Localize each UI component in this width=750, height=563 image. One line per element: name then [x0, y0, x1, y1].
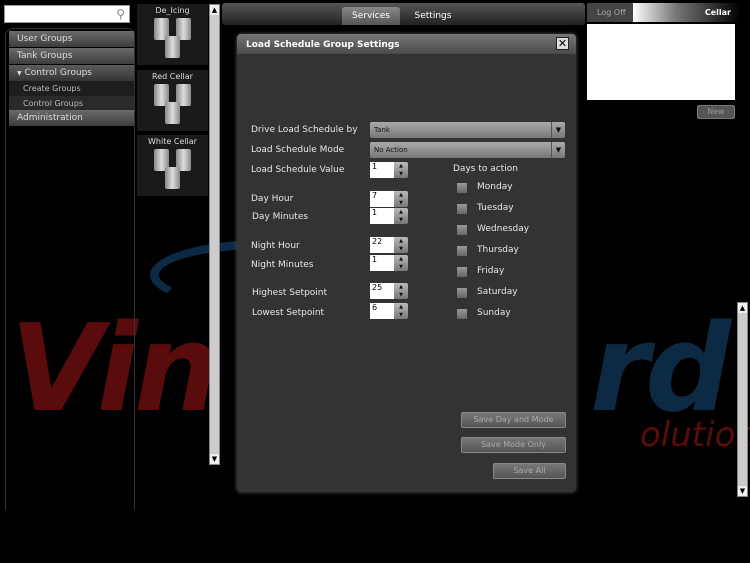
tank-icon	[153, 84, 192, 129]
stepper-arrows-icon[interactable]: ▲ ▼	[394, 162, 408, 178]
stepper-arrows-icon[interactable]: ▲ ▼	[394, 237, 408, 253]
drive-label: Drive Load Schedule by	[251, 125, 358, 135]
day-minutes-stepper[interactable]: 1 ▲ ▼	[370, 208, 408, 224]
sidebar-item-administration[interactable]: Administration	[9, 110, 134, 126]
sidebar: User Groups Tank Groups ▼ Control Groups…	[5, 28, 135, 510]
stepper-value[interactable]: 25	[370, 283, 394, 299]
day-label: Sunday	[477, 308, 511, 318]
dialog-title-text: Load Schedule Group Settings	[246, 40, 400, 50]
sidebar-item-user-groups[interactable]: User Groups	[9, 31, 134, 47]
scroll-down-icon[interactable]: ▼	[210, 454, 219, 464]
tank-name: De_Icing	[155, 6, 190, 15]
stepper-value[interactable]: 7	[370, 191, 394, 207]
stepper-value[interactable]: 22	[370, 237, 394, 253]
scroll-up-icon[interactable]: ▲	[210, 5, 219, 15]
save-mode-only-button[interactable]: Save Mode Only	[461, 437, 566, 453]
stepper-arrows-icon[interactable]: ▲ ▼	[394, 303, 408, 319]
night-minutes-stepper[interactable]: 1 ▲ ▼	[370, 255, 408, 271]
tank-tile[interactable]: Red Cellar	[137, 70, 208, 131]
tank-tile[interactable]: White Cellar	[137, 135, 208, 196]
search-input[interactable]: ⚲	[4, 5, 130, 23]
sidebar-item-tank-groups[interactable]: Tank Groups	[9, 48, 134, 64]
expand-triangle-icon: ▼	[17, 70, 22, 77]
checkbox-monday[interactable]	[457, 183, 467, 193]
checkbox-friday[interactable]	[457, 267, 467, 277]
sidebar-subitem-create-groups[interactable]: Create Groups	[9, 81, 134, 96]
drive-value: Tank	[374, 126, 390, 134]
save-all-button[interactable]: Save All	[493, 463, 566, 479]
sidebar-subitem-control-groups[interactable]: Control Groups	[9, 96, 134, 111]
tank-name: Red Cellar	[152, 72, 193, 81]
tank-icon	[153, 18, 192, 63]
field-label: Night Minutes	[251, 260, 314, 270]
load-schedule-dialog: Load Schedule Group Settings ✕ Drive Load…	[237, 34, 576, 492]
field-label: Night Hour	[251, 241, 300, 251]
stepper-arrows-icon[interactable]: ▲ ▼	[394, 255, 408, 271]
dialog-title: Load Schedule Group Settings ✕	[237, 34, 576, 54]
scroll-down-icon[interactable]: ▼	[738, 486, 747, 496]
mode-value: No Action	[374, 146, 408, 154]
day-label: Thursday	[477, 245, 519, 255]
checkbox-tuesday[interactable]	[457, 204, 467, 214]
sidebar-item-control-groups[interactable]: ▼ Control Groups	[9, 65, 134, 81]
checkbox-wednesday[interactable]	[457, 225, 467, 235]
day-label: Wednesday	[477, 224, 530, 234]
location-label: Cellar	[633, 3, 740, 22]
stepper-value[interactable]: 6	[370, 303, 394, 319]
day-label: Friday	[477, 266, 505, 276]
stepper-value[interactable]: 1	[370, 162, 394, 178]
mode-label: Load Schedule Mode	[251, 145, 345, 155]
tank-icon	[153, 149, 192, 194]
field-label: Day Minutes	[252, 212, 309, 222]
checkbox-thursday[interactable]	[457, 246, 467, 256]
tank-tile[interactable]: De_Icing	[137, 4, 208, 65]
highest-setpoint-stepper[interactable]: 25 ▲ ▼	[370, 283, 408, 299]
chevron-down-icon: ▼	[551, 122, 565, 138]
tab-settings[interactable]: Settings	[408, 7, 458, 25]
stepper-value[interactable]: 1	[370, 255, 394, 271]
sidebar-item-label: Control Groups	[24, 68, 92, 78]
tank-name: White Cellar	[148, 137, 197, 146]
day-label: Tuesday	[477, 203, 514, 213]
days-label: Days to action	[453, 164, 518, 174]
scroll-up-icon[interactable]: ▲	[738, 303, 747, 313]
new-button[interactable]: New	[697, 105, 735, 119]
day-label: Saturday	[477, 287, 518, 297]
night-hour-stepper[interactable]: 22 ▲ ▼	[370, 237, 408, 253]
field-label: Lowest Setpoint	[252, 308, 325, 318]
field-label: Load Schedule Value	[251, 165, 345, 175]
checkbox-sunday[interactable]	[457, 309, 467, 319]
stepper-arrows-icon[interactable]: ▲ ▼	[394, 208, 408, 224]
log-off-button[interactable]: Log Off	[587, 3, 633, 22]
close-icon[interactable]: ✕	[556, 37, 569, 50]
stepper-arrows-icon[interactable]: ▲ ▼	[394, 283, 408, 299]
field-label: Highest Setpoint	[252, 288, 328, 298]
load-value-stepper[interactable]: 1 ▲ ▼	[370, 162, 408, 178]
save-day-and-mode-button[interactable]: Save Day and Mode	[461, 412, 566, 428]
field-label: Day Hour	[251, 194, 294, 204]
day-label: Monday	[477, 182, 513, 192]
checkbox-saturday[interactable]	[457, 288, 467, 298]
tank-list-scrollbar[interactable]: ▲ ▼	[209, 4, 220, 465]
right-scrollbar[interactable]: ▲ ▼	[737, 302, 748, 497]
logo-watermark: olutions	[640, 415, 750, 455]
stepper-value[interactable]: 1	[370, 208, 394, 224]
chevron-down-icon: ▼	[551, 142, 565, 158]
drive-select[interactable]: Tank ▼	[370, 122, 565, 138]
search-icon[interactable]: ⚲	[116, 7, 125, 21]
day-hour-stepper[interactable]: 7 ▲ ▼	[370, 191, 408, 207]
lowest-setpoint-stepper[interactable]: 6 ▲ ▼	[370, 303, 408, 319]
tab-services[interactable]: Services	[342, 7, 400, 25]
list-panel[interactable]	[587, 24, 735, 100]
stepper-arrows-icon[interactable]: ▲ ▼	[394, 191, 408, 207]
mode-select[interactable]: No Action ▼	[370, 142, 565, 158]
top-nav-bar: Services Settings	[222, 3, 585, 25]
